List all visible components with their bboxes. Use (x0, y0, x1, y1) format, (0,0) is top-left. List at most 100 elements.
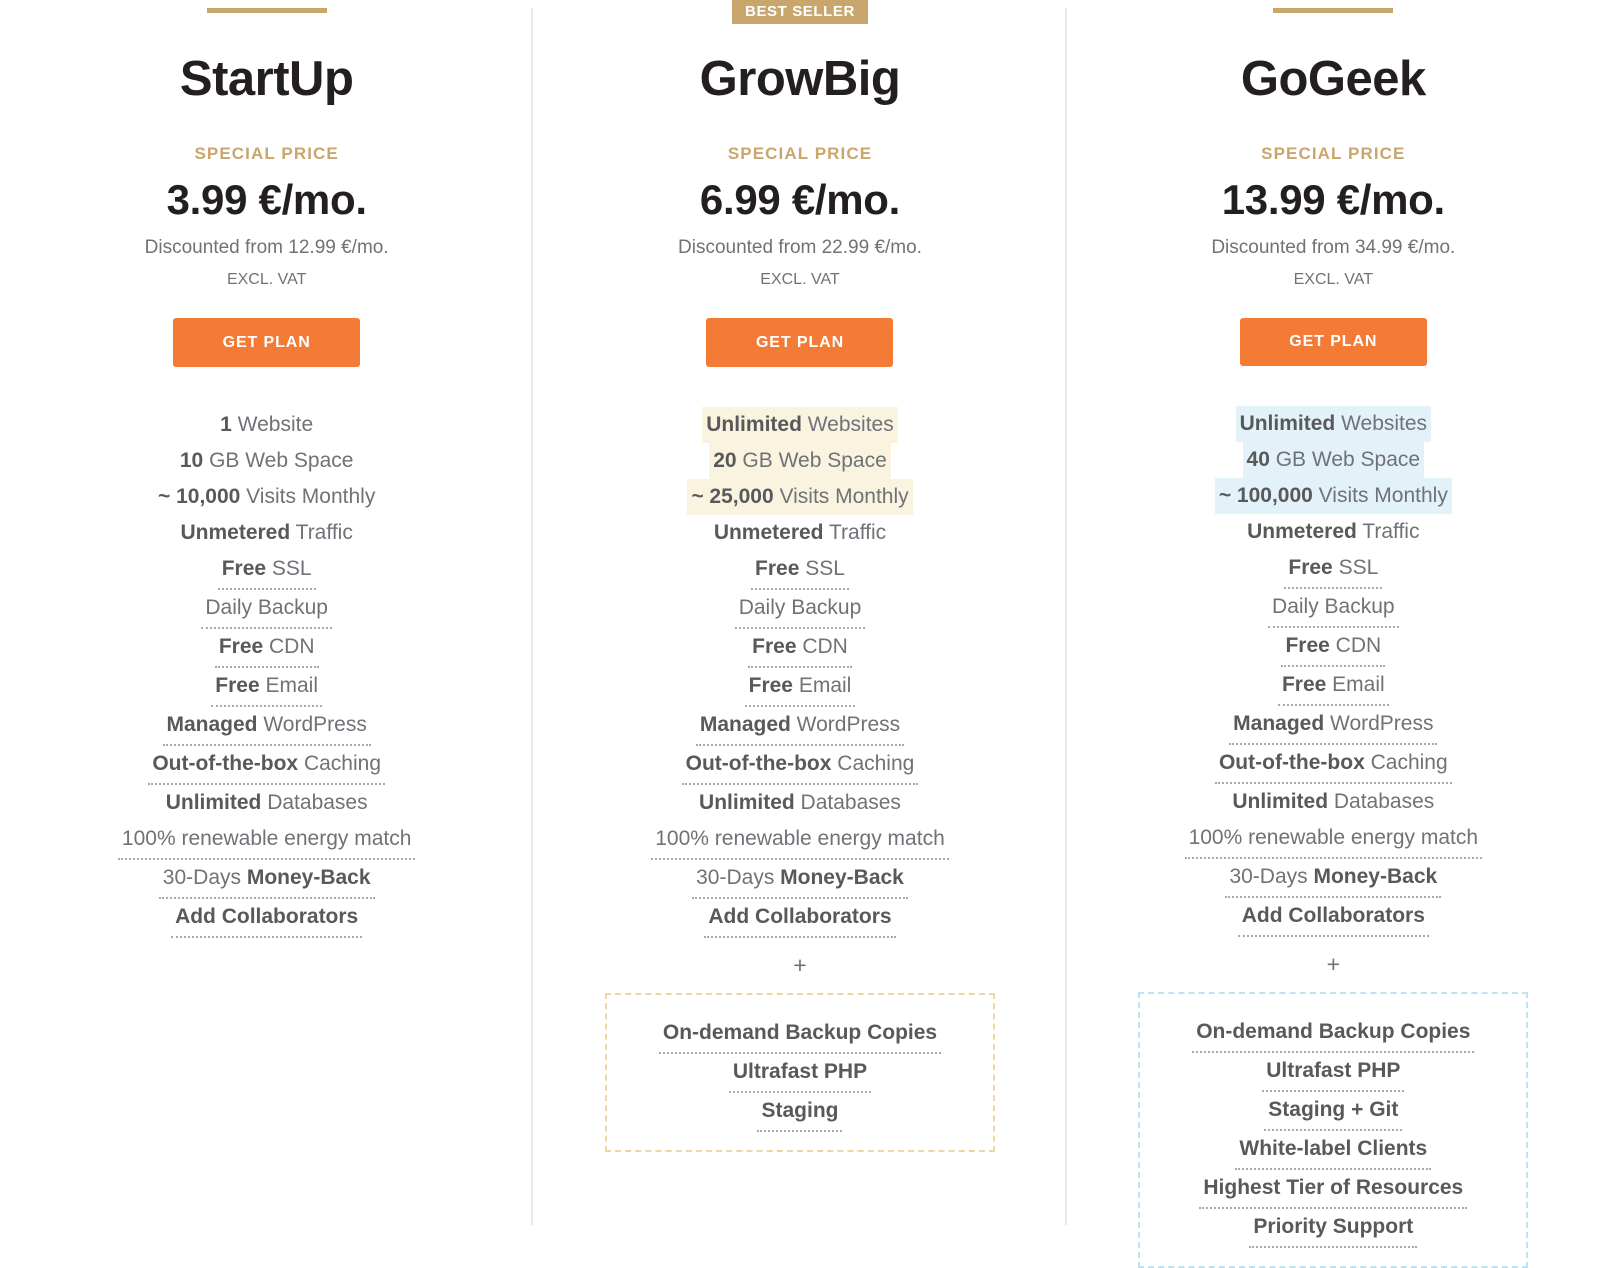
feature-item[interactable]: Out-of-the-box Caching (681, 746, 919, 785)
get-plan-button[interactable]: GET PLAN (173, 318, 361, 367)
plus-separator: + (793, 952, 807, 978)
feature-item[interactable]: Free Email (1277, 667, 1389, 706)
feature-label: 100% renewable energy match (117, 821, 416, 860)
feature-label: Add Collaborators (171, 899, 363, 938)
feature-label: 100% renewable energy match (1184, 820, 1483, 859)
extra-feature-item[interactable]: White-label Clients (1235, 1131, 1432, 1170)
feature-item[interactable]: 30-Days Money-Back (692, 860, 908, 899)
feature-label: Unlimited Websites (702, 407, 898, 443)
feature-label: 30-Days Money-Back (692, 860, 908, 899)
feature-item[interactable]: Add Collaborators (171, 899, 363, 938)
feature-item[interactable]: 30-Days Money-Back (1225, 859, 1442, 898)
feature-label: Daily Backup (1268, 589, 1399, 628)
extra-feature-item[interactable]: Staging + Git (1264, 1092, 1403, 1131)
plan-price: 13.99 €/mo. (1221, 175, 1445, 223)
feature-label: Managed WordPress (695, 707, 905, 746)
feature-item: 20 GB Web Space (709, 443, 891, 479)
extra-features-box: On-demand Backup Copies Ultrafast PHP Stag… (1138, 992, 1529, 1268)
feature-item[interactable]: Free CDN (1281, 628, 1386, 667)
feature-item[interactable]: Daily Backup (734, 590, 866, 629)
feature-label: Ultrafast PHP (1262, 1053, 1405, 1092)
feature-label: ~ 100,000 Visits Monthly (1214, 478, 1452, 514)
feature-item: 1 Website (216, 407, 317, 443)
feature-label: 20 GB Web Space (709, 443, 891, 479)
feature-item[interactable]: Free CDN (214, 629, 319, 668)
feature-label: On-demand Backup Copies (1192, 1014, 1475, 1053)
feature-item[interactable]: Add Collaborators (704, 899, 896, 938)
feature-item[interactable]: 100% renewable energy match (117, 821, 416, 860)
feature-label: ~ 10,000 Visits Monthly (157, 485, 376, 508)
feature-label: Managed WordPress (1229, 706, 1438, 745)
feature-item[interactable]: 30-Days Money-Back (158, 860, 375, 899)
feature-label: Unmetered Traffic (180, 521, 353, 544)
plus-separator: + (1326, 951, 1341, 977)
feature-label: 40 GB Web Space (1242, 442, 1425, 478)
vat-note: EXCL. VAT (226, 271, 307, 288)
vat-note: EXCL. VAT (760, 271, 840, 288)
feature-label: Staging + Git (1264, 1092, 1403, 1131)
feature-label: Free CDN (1281, 628, 1386, 667)
feature-item[interactable]: Free Email (211, 668, 323, 707)
extra-feature-item[interactable]: Priority Support (1249, 1209, 1418, 1248)
feature-label: Free SSL (1284, 550, 1383, 589)
feature-item[interactable]: Daily Backup (201, 590, 332, 629)
feature-label: Unlimited Databases (1232, 790, 1435, 813)
feature-item[interactable]: Managed WordPress (1229, 706, 1438, 745)
feature-item: Unmetered Traffic (176, 515, 356, 551)
feature-label: 30-Days Money-Back (158, 860, 375, 899)
plan-name: StartUp (179, 52, 354, 106)
feature-item[interactable]: 100% renewable energy match (1184, 820, 1483, 859)
extra-feature-item[interactable]: Staging (757, 1093, 843, 1132)
feature-label: Free SSL (751, 551, 849, 590)
extra-feature-item[interactable]: Highest Tier of Resources (1199, 1170, 1468, 1209)
feature-item[interactable]: Out-of-the-box Caching (1214, 745, 1452, 784)
feature-item[interactable]: Free SSL (217, 551, 316, 590)
feature-item: Unmetered Traffic (710, 515, 890, 551)
feature-label: Out-of-the-box Caching (148, 746, 385, 785)
feature-item[interactable]: Free CDN (748, 629, 852, 668)
feature-item: Unlimited Databases (162, 785, 372, 821)
plan-column-startup: StartUp SPECIAL PRICE 3.99 €/mo. Discounted… (0, 0, 533, 1268)
feature-item: Unlimited Websites (702, 407, 898, 443)
discounted-from-text: Discounted from 12.99 €/mo. (144, 237, 389, 258)
feature-item[interactable]: Free SSL (1284, 550, 1383, 589)
extra-feature-item[interactable]: On-demand Backup Copies (1192, 1014, 1475, 1053)
plan-name: GrowBig (699, 52, 901, 106)
feature-label: ~ 25,000 Visits Monthly (687, 479, 913, 515)
plan-column-gogeek: GoGeek SPECIAL PRICE 13.99 €/mo. Discounted… (1064, 0, 1600, 1268)
feature-item[interactable]: Daily Backup (1268, 589, 1399, 628)
feature-label: 100% renewable energy match (651, 821, 949, 860)
extra-feature-item[interactable]: Ultrafast PHP (728, 1054, 872, 1093)
feature-label: Priority Support (1249, 1209, 1418, 1248)
get-plan-button[interactable]: GET PLAN (1239, 317, 1427, 366)
feature-label: Managed WordPress (162, 707, 371, 746)
feature-label: Unmetered Traffic (1247, 520, 1420, 543)
vat-note: EXCL. VAT (1293, 270, 1374, 288)
feature-item[interactable]: Free Email (744, 668, 856, 707)
extra-feature-item[interactable]: On-demand Backup Copies (658, 1015, 942, 1054)
gold-accent-bar (206, 8, 327, 13)
feature-item[interactable]: Add Collaborators (1237, 898, 1429, 937)
feature-label: Free Email (1277, 667, 1389, 706)
special-price-label: SPECIAL PRICE (1261, 143, 1406, 163)
feature-label: Unlimited Databases (165, 791, 368, 814)
plan-top-marker (0, 0, 533, 22)
gold-accent-bar (1273, 8, 1394, 13)
feature-item[interactable]: Managed WordPress (695, 707, 905, 746)
plan-column-growbig: BEST SELLER GrowBig SPECIAL PRICE 6.99 €/mo… (531, 0, 1066, 1268)
feature-label: Out-of-the-box Caching (1214, 745, 1452, 784)
get-plan-button[interactable]: GET PLAN (706, 318, 894, 367)
feature-item[interactable]: 100% renewable energy match (651, 821, 949, 860)
feature-label: Highest Tier of Resources (1199, 1170, 1468, 1209)
feature-item: ~ 25,000 Visits Monthly (687, 479, 913, 515)
feature-list: Unlimited Websites 40 GB Web Space ~ 100,0… (1067, 406, 1600, 937)
feature-label: Unmetered Traffic (713, 521, 887, 544)
feature-item[interactable]: Managed WordPress (162, 707, 371, 746)
feature-item: Unlimited Websites (1235, 406, 1432, 442)
feature-item[interactable]: Free SSL (751, 551, 849, 590)
feature-item[interactable]: Out-of-the-box Caching (148, 746, 385, 785)
plan-name: GoGeek (1240, 51, 1426, 106)
plan-top-marker (1067, 0, 1600, 22)
extra-feature-item[interactable]: Ultrafast PHP (1262, 1053, 1405, 1092)
feature-label: Out-of-the-box Caching (681, 746, 919, 785)
